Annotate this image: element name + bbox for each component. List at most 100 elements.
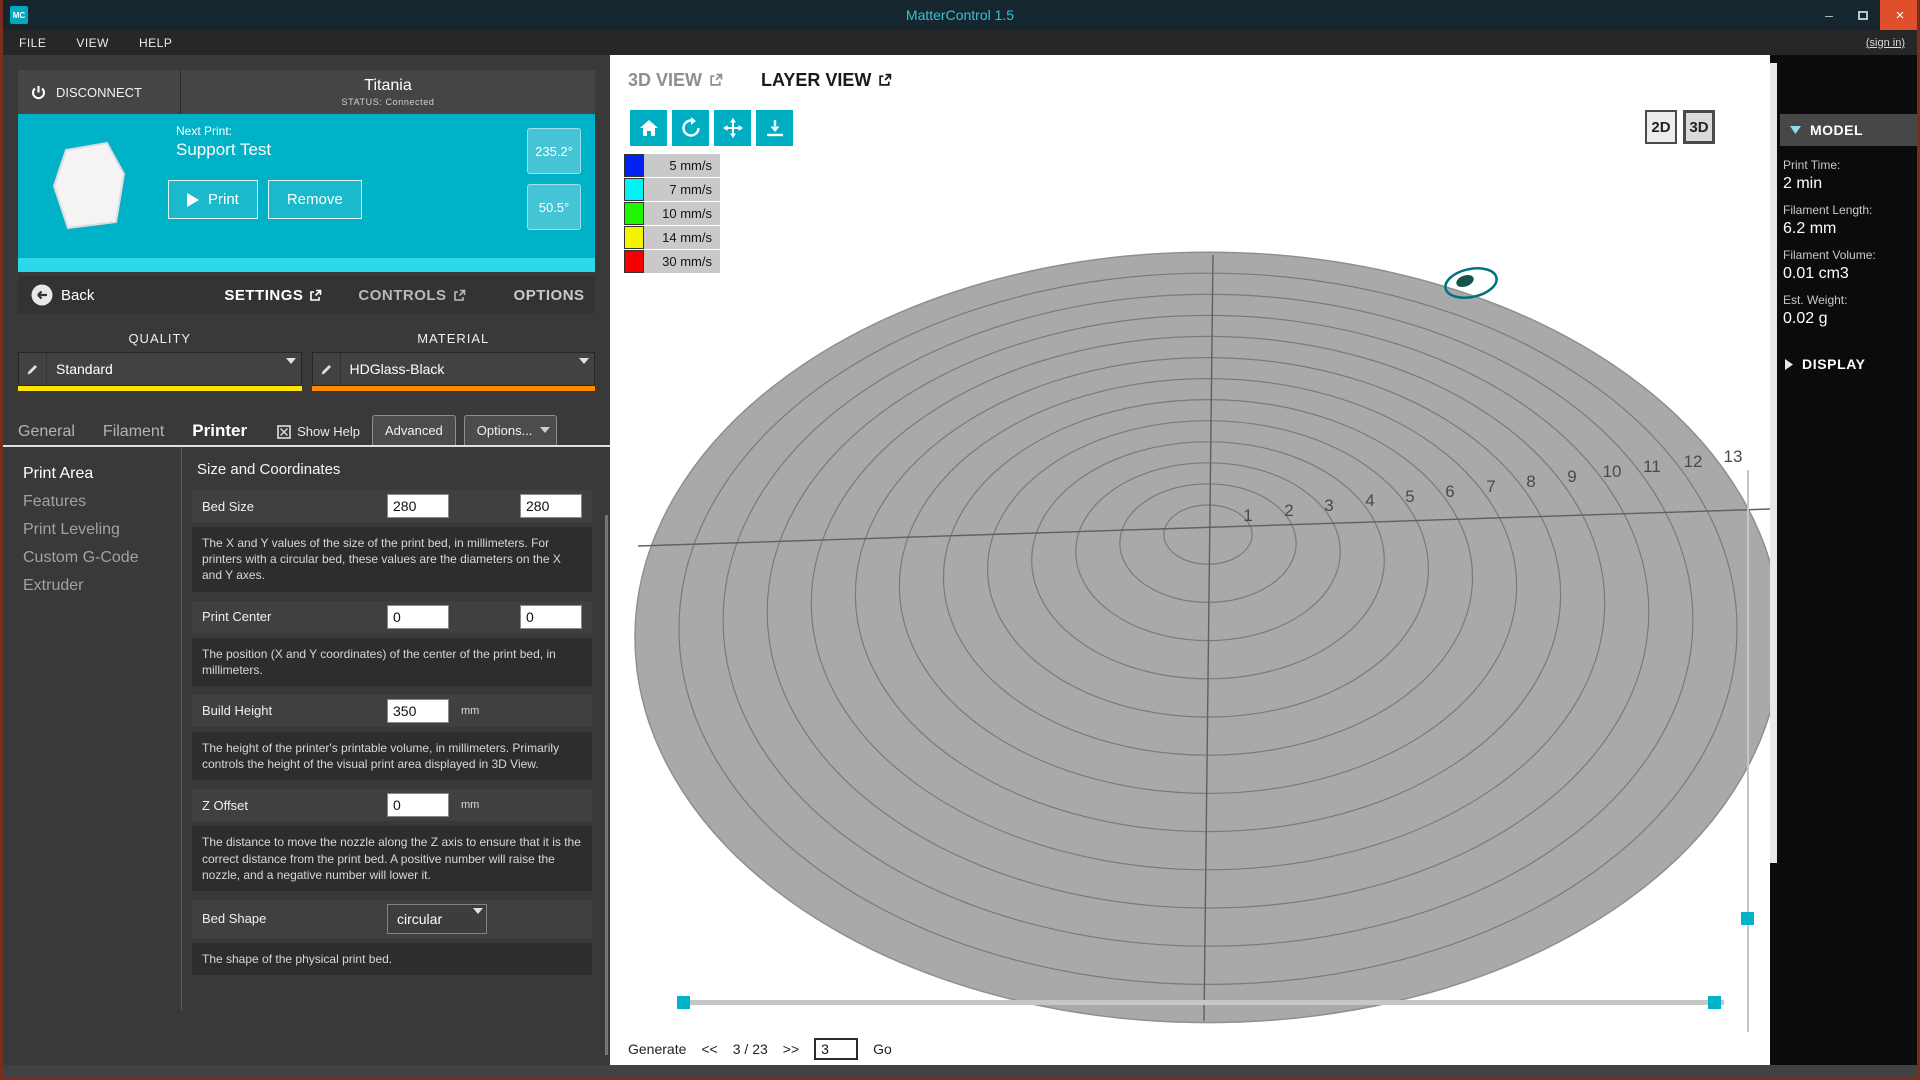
external-link-icon bbox=[453, 289, 466, 302]
material-accent-bar bbox=[312, 386, 596, 391]
chevron-down-icon bbox=[286, 358, 296, 364]
svg-text:9: 9 bbox=[1567, 467, 1576, 486]
move-view-button[interactable] bbox=[714, 110, 751, 146]
go-button[interactable]: Go bbox=[873, 1041, 892, 1057]
tab-filament[interactable]: Filament bbox=[103, 423, 164, 445]
layer-extent-slider-track[interactable] bbox=[683, 1000, 1724, 1005]
options-nav-button[interactable]: OPTIONS bbox=[514, 287, 585, 304]
sidebar-item-features[interactable]: Features bbox=[23, 493, 181, 511]
display-section-header[interactable]: DISPLAY bbox=[1770, 356, 1917, 372]
print-button[interactable]: Print bbox=[168, 180, 258, 219]
svg-text:8: 8 bbox=[1526, 472, 1535, 491]
tab-layer-view[interactable]: LAYER VIEW bbox=[761, 70, 892, 91]
options-dropdown[interactable]: Options... bbox=[464, 415, 558, 445]
generate-button[interactable]: Generate bbox=[628, 1041, 686, 1057]
chevron-right-icon bbox=[1785, 359, 1793, 370]
close-button[interactable]: × bbox=[1880, 0, 1920, 30]
back-button[interactable]: Back bbox=[30, 283, 94, 307]
next-layer-button[interactable]: >> bbox=[783, 1041, 799, 1057]
print-progress-bar bbox=[18, 258, 595, 272]
settings-nav-button[interactable]: SETTINGS bbox=[224, 287, 322, 304]
layer-number-input[interactable] bbox=[814, 1038, 858, 1060]
tab-3d-view[interactable]: 3D VIEW bbox=[628, 70, 723, 91]
tab-general[interactable]: General bbox=[18, 423, 75, 445]
external-link-icon bbox=[878, 73, 892, 87]
model-section-header[interactable]: MODEL bbox=[1780, 114, 1917, 146]
sidebar-item-print-area[interactable]: Print Area bbox=[23, 465, 181, 483]
print-center-help: The position (X and Y coordinates) of th… bbox=[192, 638, 592, 686]
layer-extent-slider-right-handle[interactable] bbox=[1708, 996, 1721, 1009]
section-title: Size and Coordinates bbox=[192, 461, 592, 478]
chevron-down-icon bbox=[540, 427, 550, 433]
printer-name: Titania bbox=[364, 77, 411, 95]
est-weight-label: Est. Weight: bbox=[1783, 293, 1917, 307]
layer-height-slider-handle[interactable] bbox=[1741, 912, 1754, 925]
layer-view-canvas[interactable]: 1 2 3 4 5 6 7 8 9 10 11 12 13 bbox=[610, 105, 1770, 1032]
2d-button[interactable]: 2D bbox=[1645, 110, 1677, 144]
controls-nav-label: CONTROLS bbox=[358, 287, 446, 304]
model-panel-scrollbar[interactable] bbox=[1770, 63, 1777, 863]
tab-printer[interactable]: Printer bbox=[192, 421, 247, 445]
menu-help[interactable]: HELP bbox=[139, 36, 172, 50]
rotate-icon bbox=[680, 117, 702, 139]
back-label: Back bbox=[61, 287, 94, 304]
show-help-checkbox[interactable]: Show Help bbox=[277, 424, 360, 439]
z-offset-input[interactable] bbox=[387, 793, 449, 817]
speed-swatch bbox=[624, 250, 644, 273]
svg-text:2: 2 bbox=[1284, 501, 1293, 520]
drop-to-bed-button[interactable] bbox=[756, 110, 793, 146]
menu-view[interactable]: VIEW bbox=[76, 36, 109, 50]
chevron-down-icon bbox=[473, 908, 483, 914]
bed-size-y-input[interactable] bbox=[520, 494, 582, 518]
external-link-icon bbox=[309, 289, 322, 302]
maximize-button[interactable] bbox=[1846, 0, 1880, 30]
remove-button[interactable]: Remove bbox=[268, 180, 362, 219]
minimize-button[interactable]: – bbox=[1812, 0, 1846, 30]
edit-quality-button[interactable] bbox=[19, 353, 47, 385]
build-height-input[interactable] bbox=[387, 699, 449, 723]
layer-extent-slider-left-handle[interactable] bbox=[677, 996, 690, 1009]
layer-height-slider-track[interactable] bbox=[1747, 470, 1749, 1032]
home-view-button[interactable] bbox=[630, 110, 667, 146]
bed-temp-widget[interactable]: 50.5° bbox=[527, 184, 581, 230]
printer-status-block[interactable]: Titania STATUS: Connected bbox=[180, 70, 595, 114]
prev-layer-button[interactable]: << bbox=[701, 1041, 717, 1057]
layer-controls-bar: Generate << 3 / 23 >> Go bbox=[610, 1032, 1770, 1065]
section-nav-bar: Back SETTINGS CONTROLS OPTIONS bbox=[18, 276, 595, 314]
print-center-y-input[interactable] bbox=[520, 605, 582, 629]
speed-swatch bbox=[624, 178, 644, 201]
model-panel: MODEL Print Time: 2 min Filament Length:… bbox=[1770, 55, 1917, 1065]
menu-file[interactable]: FILE bbox=[19, 36, 46, 50]
view-toolbar bbox=[630, 110, 793, 146]
svg-text:13: 13 bbox=[1724, 447, 1743, 466]
sidebar-item-custom-gcode[interactable]: Custom G-Code bbox=[23, 549, 181, 567]
material-select[interactable]: HDGlass-Black bbox=[312, 352, 596, 386]
rotate-view-button[interactable] bbox=[672, 110, 709, 146]
filament-length-value: 6.2 mm bbox=[1783, 220, 1917, 238]
sidebar-item-extruder[interactable]: Extruder bbox=[23, 577, 181, 595]
print-thumbnail[interactable] bbox=[50, 140, 128, 240]
arrow-down-to-bed-icon bbox=[764, 117, 786, 139]
3d-button[interactable]: 3D bbox=[1683, 110, 1715, 144]
controls-nav-button[interactable]: CONTROLS bbox=[358, 287, 465, 304]
material-header: MATERIAL bbox=[312, 326, 596, 352]
bed-shape-select[interactable]: circular bbox=[387, 904, 487, 934]
checkbox-checked-icon bbox=[277, 425, 291, 439]
edit-material-button[interactable] bbox=[313, 353, 341, 385]
chevron-down-icon bbox=[579, 358, 589, 364]
bed-size-x-input[interactable] bbox=[387, 494, 449, 518]
bed-shape-label: Bed Shape bbox=[202, 911, 387, 926]
sidebar-item-print-leveling[interactable]: Print Leveling bbox=[23, 521, 181, 539]
disconnect-label: DISCONNECT bbox=[56, 85, 142, 100]
settings-scrollbar[interactable] bbox=[605, 515, 608, 1055]
print-center-x-input[interactable] bbox=[387, 605, 449, 629]
print-center-row: Print Center bbox=[192, 601, 592, 633]
dimension-toggle: 2D 3D bbox=[1645, 110, 1715, 144]
quality-select[interactable]: Standard bbox=[18, 352, 302, 386]
sign-in-link[interactable]: (sign in) bbox=[1866, 37, 1905, 49]
settings-tabs: General Filament Printer Show Help Advan… bbox=[18, 415, 595, 445]
printer-settings-nav: Print Area Features Print Leveling Custo… bbox=[3, 447, 181, 1010]
disconnect-button[interactable]: DISCONNECT bbox=[18, 70, 180, 114]
tab-advanced[interactable]: Advanced bbox=[372, 415, 456, 445]
extruder-temp-widget[interactable]: 235.2° bbox=[527, 128, 581, 174]
